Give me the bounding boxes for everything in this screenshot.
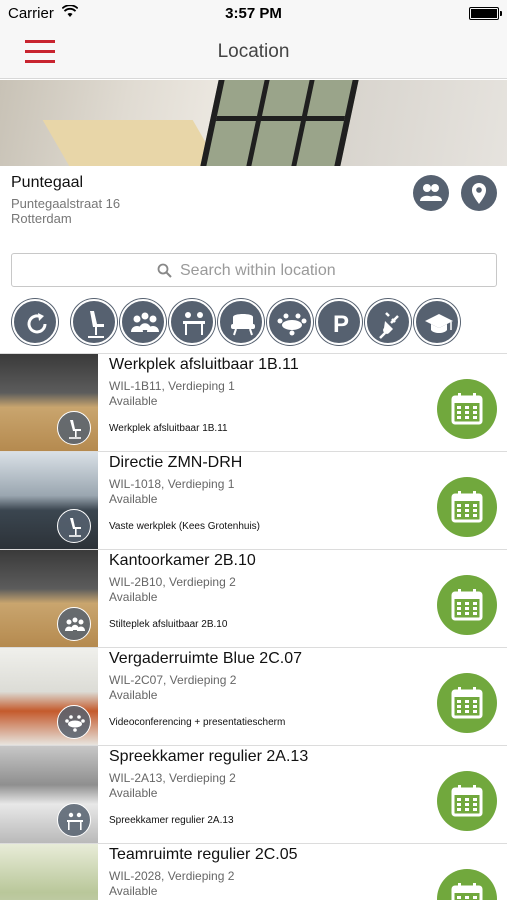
list-item[interactable]: Directie ZMN-DRH WIL-1018, Verdieping 1 …: [0, 451, 507, 549]
filter-desk[interactable]: [169, 299, 215, 345]
book-button[interactable]: [437, 869, 497, 900]
space-photo: [0, 550, 98, 647]
book-button[interactable]: [437, 477, 497, 537]
space-type-badge: [57, 607, 91, 641]
space-photo: [0, 844, 98, 900]
location-hero-image: [0, 80, 507, 166]
office-chair-icon: [88, 311, 104, 338]
book-button[interactable]: [437, 575, 497, 635]
space-photo: [0, 746, 98, 843]
map-pin-icon: [472, 183, 486, 204]
lounge-chair-icon: [231, 314, 255, 336]
list-item[interactable]: Spreekkamer regulier 2A.13 WIL-2A13, Ver…: [0, 745, 507, 843]
space-description: Vaste werkplek (Kees Grotenhuis): [109, 521, 260, 532]
space-photo: [0, 452, 98, 549]
space-code: WIL-2C07, Verdieping 2: [109, 673, 237, 687]
search-input[interactable]: Search within location: [11, 253, 497, 287]
calendar-icon: [451, 589, 483, 621]
space-code: WIL-1018, Verdieping 1: [109, 477, 235, 491]
space-description: Videoconferencing + presentatiescherm: [109, 717, 286, 728]
contacts-button[interactable]: [413, 175, 449, 211]
svg-text:P: P: [333, 311, 349, 338]
space-description: Stilteplek afsluitbaar 2B.10: [109, 619, 228, 630]
desk-icon: [183, 312, 205, 335]
meeting-icon: [65, 617, 85, 631]
book-button[interactable]: [437, 673, 497, 733]
parking-icon: P: [333, 311, 349, 338]
graduation-cap-icon: [425, 314, 453, 333]
location-name: Puntegaal: [11, 174, 84, 191]
desk-icon: [67, 812, 83, 830]
space-photo: [0, 648, 98, 745]
space-photo: [0, 354, 98, 451]
space-status: Available: [109, 884, 158, 898]
book-button[interactable]: [437, 771, 497, 831]
clock: 3:57 PM: [225, 5, 282, 22]
space-code: WIL-2B10, Verdieping 2: [109, 575, 236, 589]
people-icon: [420, 184, 442, 201]
space-type-badge: [57, 705, 91, 739]
hero-floor: [42, 120, 228, 166]
filter-conference[interactable]: [267, 299, 313, 345]
hero-window: [195, 80, 361, 166]
book-button[interactable]: [437, 379, 497, 439]
space-code: WIL-2A13, Verdieping 2: [109, 771, 236, 785]
filter-training[interactable]: [414, 299, 460, 345]
power-plug-icon: [379, 312, 399, 339]
calendar-icon: [451, 491, 483, 523]
meeting-icon: [131, 312, 159, 332]
space-code: WIL-2028, Verdieping 2: [109, 869, 235, 883]
reset-icon: [27, 313, 47, 334]
space-title: Teamruimte regulier 2C.05: [109, 846, 298, 863]
space-status: Available: [109, 688, 158, 702]
search-icon: [157, 263, 172, 278]
conference-icon: [277, 313, 307, 336]
filter-reset[interactable]: [12, 299, 58, 345]
map-button[interactable]: [461, 175, 497, 211]
space-status: Available: [109, 590, 158, 604]
calendar-icon: [451, 687, 483, 719]
filter-workplace[interactable]: [71, 299, 117, 345]
list-item[interactable]: Teamruimte regulier 2C.05 WIL-2028, Verd…: [0, 843, 507, 900]
space-title: Werkplek afsluitbaar 1B.11: [109, 356, 299, 373]
search-placeholder: Search within location: [180, 262, 336, 279]
office-chair-icon: [69, 518, 81, 537]
space-description: Werkplek afsluitbaar 1B.11: [109, 423, 228, 434]
list-item[interactable]: Kantoorkamer 2B.10 WIL-2B10, Verdieping …: [0, 549, 507, 647]
filter-meeting[interactable]: [120, 299, 166, 345]
filter-lounge[interactable]: [218, 299, 264, 345]
list-item[interactable]: Vergaderruimte Blue 2C.07 WIL-2C07, Verd…: [0, 647, 507, 745]
location-city: Rotterdam: [11, 211, 72, 226]
conference-icon: [65, 715, 85, 732]
space-type-badge: [57, 411, 91, 445]
status-bar: Carrier 3:57 PM: [0, 0, 507, 26]
location-street: Puntegaalstraat 16: [11, 196, 121, 211]
space-status: Available: [109, 394, 158, 408]
navigation-bar: Location: [0, 26, 507, 79]
space-code: WIL-1B11, Verdieping 1: [109, 379, 235, 393]
space-type-badge: [57, 803, 91, 837]
calendar-icon: [451, 393, 483, 425]
space-status: Available: [109, 492, 158, 506]
space-title: Directie ZMN-DRH: [109, 454, 243, 471]
battery-icon: [469, 7, 502, 20]
space-title: Vergaderruimte Blue 2C.07: [109, 650, 302, 667]
office-chair-icon: [69, 420, 81, 439]
page-title: Location: [217, 41, 290, 62]
filter-power[interactable]: [365, 299, 411, 345]
calendar-icon: [451, 785, 483, 817]
calendar-icon: [451, 883, 483, 900]
list-item[interactable]: Werkplek afsluitbaar 1B.11 WIL-1B11, Ver…: [0, 353, 507, 451]
filter-parking[interactable]: P: [316, 299, 362, 345]
space-type-badge: [57, 509, 91, 543]
space-title: Kantoorkamer 2B.10: [109, 552, 256, 569]
space-description: Spreekkamer regulier 2A.13: [109, 815, 234, 826]
space-status: Available: [109, 786, 158, 800]
space-title: Spreekkamer regulier 2A.13: [109, 748, 309, 765]
